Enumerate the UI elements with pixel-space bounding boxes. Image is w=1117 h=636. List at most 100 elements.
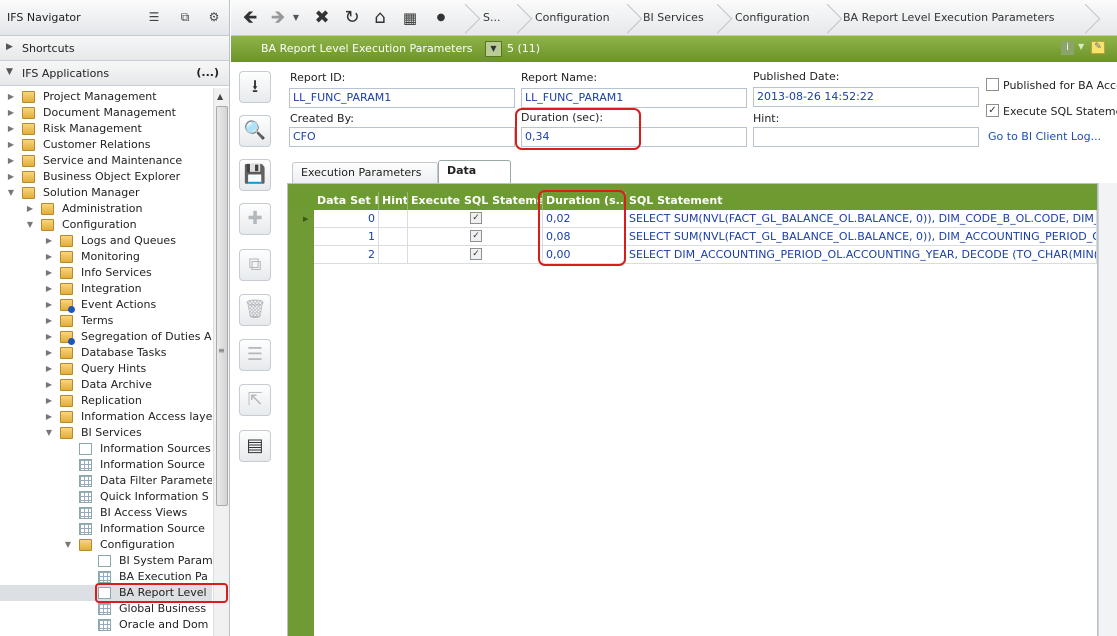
expand-arrow-icon[interactable]: ▶ (44, 265, 54, 281)
data-set-id-cell[interactable]: 0 (314, 210, 379, 228)
details-list-icon[interactable]: ▤ (239, 430, 271, 462)
tree-node[interactable]: ▶ Administration (0, 201, 212, 217)
list-view-icon[interactable]: ☰ (239, 339, 271, 371)
expand-arrow-icon[interactable]: ▶ (44, 329, 54, 345)
home-icon[interactable]: ⌂ (369, 8, 391, 28)
tree-node[interactable]: ▼ Configuration (0, 217, 212, 233)
save-icon[interactable]: 💾 (239, 159, 271, 191)
tree-node[interactable]: ▶ Project Management (0, 89, 212, 105)
tree-node[interactable]: Global Business (0, 601, 212, 617)
hint-cell[interactable] (379, 246, 408, 264)
table-row[interactable]: 2 ✓ 0,00 SELECT DIM_ACCOUNTING_PERIOD_OL.AC… (314, 246, 1097, 264)
expand-arrow-icon[interactable]: ▶ (25, 201, 35, 217)
export-icon[interactable]: ⇱ (239, 384, 271, 416)
expand-arrow-icon[interactable]: ▶ (6, 105, 16, 121)
expand-arrow-icon[interactable]: ▶ (44, 281, 54, 297)
hint-field[interactable] (753, 127, 979, 147)
breadcrumb-item[interactable]: S... (483, 11, 500, 24)
tree-node[interactable]: Quick Information S (0, 489, 212, 505)
data-set-id-cell[interactable]: 1 (314, 228, 379, 246)
tree-node[interactable]: Oracle and Dom (0, 617, 212, 633)
table-row[interactable]: 0 ✓ 0,02 SELECT SUM(NVL(FACT_GL_BALANCE_OL.… (314, 210, 1097, 228)
created-by-field[interactable]: CFO (289, 127, 515, 147)
search-icon[interactable]: 🔍 (239, 115, 271, 147)
collapse-arrow-icon[interactable]: ▼ (25, 217, 35, 233)
scroll-up-icon[interactable]: ▲ (217, 92, 223, 101)
bi-client-log-link[interactable]: Go to BI Client Log... (988, 130, 1101, 143)
expand-arrow-icon[interactable]: ▶ (44, 393, 54, 409)
expand-arrow-icon[interactable]: ▶ (6, 121, 16, 137)
tree-node[interactable]: ▶ Info Services (0, 265, 212, 281)
back-arrow-icon[interactable]: 🡸 (239, 8, 261, 28)
section-more-button[interactable]: (...) (196, 66, 219, 79)
tree-node[interactable]: ▶ Query Hints (0, 361, 212, 377)
tree-node[interactable]: ▶ Service and Maintenance (0, 153, 212, 169)
tree-node[interactable]: ▶ Integration (0, 281, 212, 297)
column-header-sql-statement[interactable]: SQL Statement (626, 192, 1097, 210)
ifs-applications-section[interactable]: ▼ IFS Applications (...) (0, 61, 229, 86)
collapse-arrow-icon[interactable]: ▼ (63, 537, 73, 553)
sql-statement-cell[interactable]: SELECT SUM(NVL(FACT_GL_BALANCE_OL.BALANC… (626, 210, 1097, 228)
tree-node[interactable]: ▶ Replication (0, 393, 212, 409)
sql-statement-cell[interactable]: SELECT DIM_ACCOUNTING_PERIOD_OL.ACCOUNTI… (626, 246, 1097, 264)
execute-sql-checkbox[interactable]: ✓ (470, 230, 482, 242)
delete-icon[interactable]: 🗑 (239, 294, 271, 326)
execute-sql-checkbox[interactable]: ✓ (470, 248, 482, 260)
window-icon[interactable]: ⧉ (178, 10, 192, 24)
expand-arrow-icon[interactable]: ▶ (44, 409, 54, 425)
hint-cell[interactable] (379, 228, 408, 246)
collapse-arrow-icon[interactable]: ▼ (6, 185, 16, 201)
tree-node[interactable]: ▶ Logs and Queues (0, 233, 212, 249)
forward-arrow-icon[interactable]: 🡺 (267, 8, 289, 28)
record-dropdown-button[interactable]: ▼ (485, 41, 502, 57)
info-icon[interactable]: i (1061, 41, 1074, 55)
hint-cell[interactable] (379, 210, 408, 228)
expand-arrow-icon[interactable]: ▶ (44, 313, 54, 329)
tab-execution-parameters[interactable]: Execution Parameters (292, 162, 438, 184)
collapse-arrow-icon[interactable]: ▼ (44, 425, 54, 441)
tree-node[interactable]: ▶ Database Tasks (0, 345, 212, 361)
note-icon[interactable]: ✎ (1091, 41, 1105, 54)
expand-arrow-icon[interactable]: ▶ (6, 89, 16, 105)
report-id-field[interactable]: LL_FUNC_PARAM1 (289, 88, 515, 108)
tree-node[interactable]: ▶ Information Access laye (0, 409, 212, 425)
close-icon[interactable]: ✖ (311, 8, 333, 28)
tree-node[interactable]: ▶ Document Management (0, 105, 212, 121)
data-set-id-cell[interactable]: 2 (314, 246, 379, 264)
tree-node[interactable]: ▶ Data Archive (0, 377, 212, 393)
column-header-hint[interactable]: Hint (379, 192, 408, 210)
expand-arrow-icon[interactable]: ▶ (44, 377, 54, 393)
list-icon[interactable]: ☰ (147, 10, 161, 24)
tree-node[interactable]: ▼ BI Services (0, 425, 212, 441)
gear-icon[interactable]: ⚙ (207, 10, 221, 24)
refresh-icon[interactable]: ↻ (341, 8, 363, 28)
shortcuts-section[interactable]: ▶ Shortcuts (0, 36, 229, 61)
column-header-data-set-id[interactable]: Data Set ID (314, 192, 379, 210)
tree-node[interactable]: ▶ Event Actions (0, 297, 212, 313)
tree-node[interactable]: ▼ Solution Manager (0, 185, 212, 201)
breadcrumb-item[interactable]: Configuration (535, 11, 610, 24)
tree-node[interactable]: ▶ Customer Relations (0, 137, 212, 153)
tree-node[interactable]: BI System Param (0, 553, 212, 569)
expand-arrow-icon[interactable]: ▶ (6, 137, 16, 153)
tree-node[interactable]: ▶ Monitoring (0, 249, 212, 265)
execute-sql-checkbox[interactable]: ✓ (986, 104, 999, 117)
populate-download-icon[interactable]: ⭳ (239, 71, 271, 103)
tree-node[interactable]: Data Filter Paramete (0, 473, 212, 489)
published-date-field[interactable]: 2013-08-26 14:52:22 (753, 87, 979, 107)
tree-node[interactable]: Information Source (0, 457, 212, 473)
tree-node[interactable]: ▶ Risk Management (0, 121, 212, 137)
tree-node[interactable]: ▼ Configuration (0, 537, 212, 553)
new-record-icon[interactable]: ✚ (239, 203, 271, 235)
expand-arrow-icon[interactable]: ▶ (6, 169, 16, 185)
expand-arrow-icon[interactable]: ▶ (44, 249, 54, 265)
expand-arrow-icon[interactable]: ▶ (6, 153, 16, 169)
tree-node[interactable]: ▶ Segregation of Duties A (0, 329, 212, 345)
tree-node[interactable]: BI Access Views (0, 505, 212, 521)
navigator-scrollbar[interactable]: ▲ ≡ (213, 88, 229, 636)
expand-arrow-icon[interactable]: ▶ (44, 233, 54, 249)
tree-node[interactable]: Information Sources (0, 441, 212, 457)
report-name-field[interactable]: LL_FUNC_PARAM1 (521, 88, 747, 108)
apps-grid-icon[interactable]: ▦ (399, 8, 421, 28)
expand-arrow-icon[interactable]: ▶ (44, 297, 54, 313)
